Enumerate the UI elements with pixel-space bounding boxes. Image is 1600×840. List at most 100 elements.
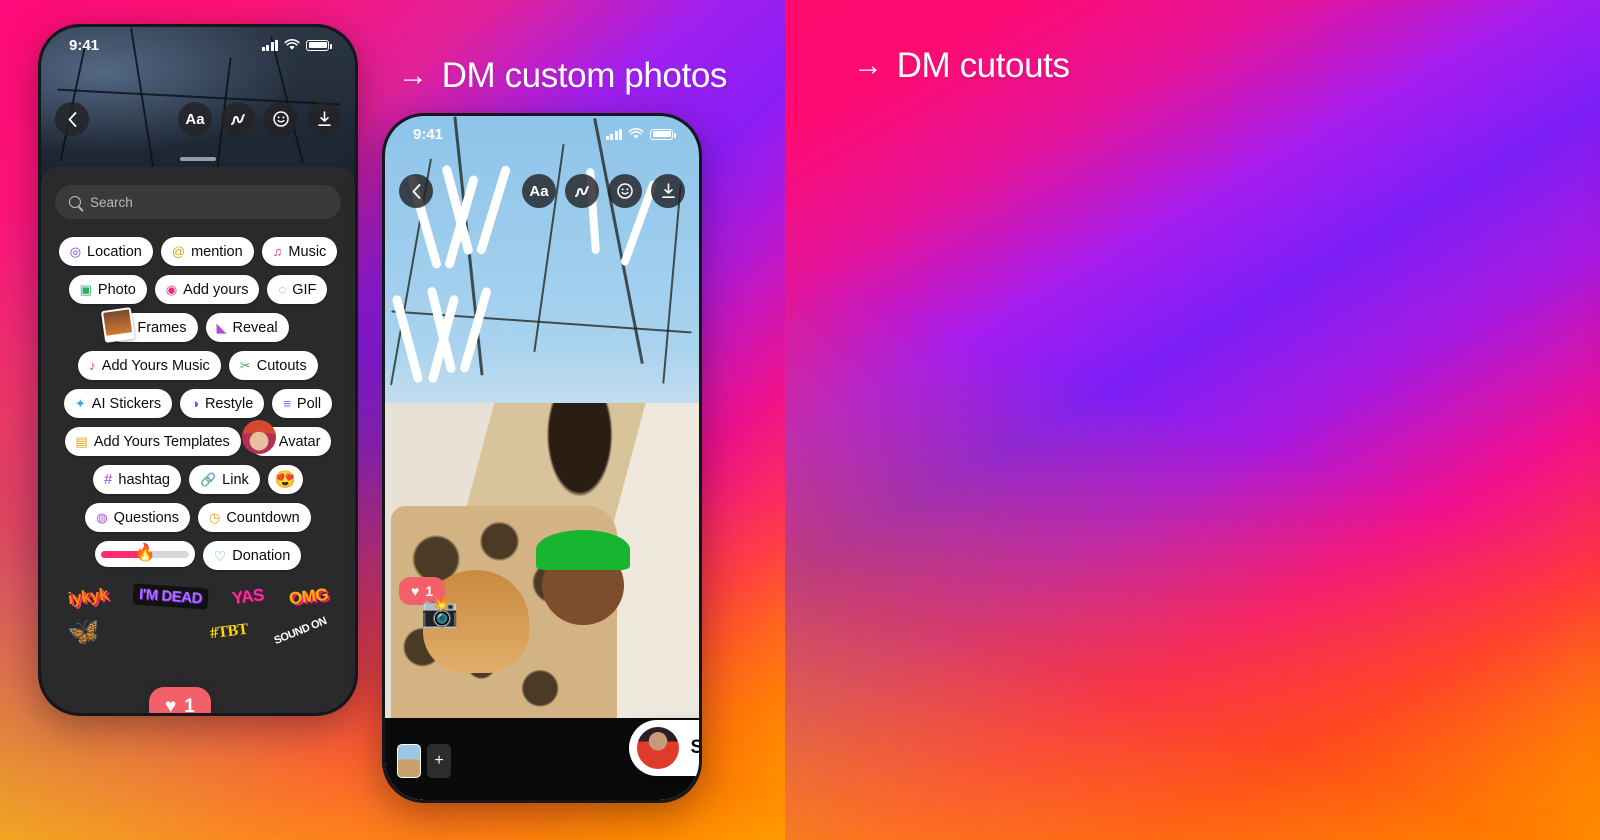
sticker-gallery-row-2: 🦋 #TBT SOUND ON (55, 615, 341, 649)
chip-reveal[interactable]: ◣ Reveal (205, 313, 289, 342)
search-input[interactable]: Search (55, 185, 341, 219)
phone1-screen: 9:41 Aa Search ◎ Location @ mention ♫ Mu… (41, 27, 355, 713)
squiggle-draw-icon (230, 113, 245, 125)
chip-frames[interactable]: Frames (101, 307, 198, 343)
music-note-icon: ♫ (272, 244, 283, 259)
chevron-left-icon (68, 111, 76, 127)
text-tool-label: Aa (529, 182, 549, 200)
reveal-icon: ◣ (216, 320, 227, 335)
selected-photo-thumb[interactable] (397, 744, 421, 778)
draw-tool-button[interactable] (221, 102, 255, 136)
chip-countdown[interactable]: ◷ Countdown (197, 503, 311, 532)
chip-row: ▣ Photo ◉ Add yours ◌ GIF (55, 275, 341, 304)
question-icon: ◍ (96, 510, 108, 525)
sticker-tool-button[interactable] (608, 174, 642, 208)
chip-avatar[interactable]: Avatar (241, 420, 332, 456)
sticker-smiley-icon (617, 183, 633, 199)
panel-dm-cutouts: →DM cutouts 9:41 Create a cutout sticker (785, 0, 1600, 840)
download-tool-button[interactable] (307, 102, 341, 136)
poll-icon: ≡ (283, 396, 291, 411)
donation-heart-icon: ♡ (213, 547, 227, 564)
sticker-tool-button[interactable] (264, 102, 298, 136)
scissors-icon: ✂ (239, 358, 251, 373)
text-tool-label: Aa (185, 110, 205, 128)
back-button[interactable] (399, 174, 433, 208)
phone1-editor-toolbar: Aa (41, 99, 355, 139)
phone2-screen: 9:41 Aa ♥ 1 📸 + (385, 116, 699, 800)
chip-gif[interactable]: ◌ GIF (267, 275, 328, 304)
phone2-editor-toolbar: Aa (385, 174, 699, 208)
chip-location[interactable]: ◎ Location (58, 237, 153, 266)
chip-donation[interactable]: ♡ Donation (202, 541, 302, 570)
status-time: 9:41 (413, 125, 444, 143)
heart-icon: ♥ (165, 696, 177, 716)
phone-sticker-tray: 9:41 Aa Search ◎ Location @ mention ♫ Mu… (38, 24, 358, 716)
im-dead-sticker[interactable]: I'M DEAD (131, 583, 209, 610)
chip-add-yours[interactable]: ◉ Add yours (154, 275, 260, 304)
tray-grabber[interactable] (180, 157, 216, 161)
sticker-gallery-row-1: iykyk I'M DEAD YAS OMG (55, 583, 341, 610)
phone2-status-bar: 9:41 (385, 116, 699, 152)
battery-icon (650, 128, 676, 140)
iykyk-sticker[interactable]: iykyk (66, 584, 108, 609)
add-photo-button[interactable]: + (427, 744, 451, 778)
search-icon: ◌ (278, 282, 287, 297)
wifi-icon (628, 128, 644, 139)
battery-icon (306, 39, 332, 51)
download-tool-button[interactable] (651, 174, 685, 208)
download-icon (661, 183, 675, 198)
download-icon (317, 111, 331, 126)
yas-sticker[interactable]: YAS (231, 585, 265, 609)
chip-ai-stickers[interactable]: ✦ AI Stickers (63, 389, 173, 418)
sparkle-icon: ✦ (74, 396, 86, 411)
like-count-sticker[interactable]: ♥ 1 (149, 687, 211, 716)
search-icon (69, 196, 81, 208)
like-count: 1 (184, 696, 195, 716)
text-tool-button[interactable]: Aa (522, 174, 556, 208)
tbt-sticker[interactable]: #TBT (209, 621, 249, 643)
chip-link[interactable]: 🔗 Link (188, 465, 260, 494)
phone1-status-bar: 9:41 (41, 27, 355, 63)
hashtag-icon: # (104, 471, 113, 488)
template-icon: ▤ (75, 434, 88, 449)
omg-sticker[interactable]: OMG (288, 584, 329, 609)
send-button[interactable]: Send (628, 720, 702, 776)
link-icon: 🔗 (199, 472, 217, 487)
pin-icon: ◎ (69, 244, 82, 259)
chip-poll[interactable]: ≡ Poll (272, 389, 333, 418)
butterfly-sticker[interactable]: 🦋 (66, 615, 101, 649)
recipient-avatar (636, 727, 679, 769)
cellular-bars-icon (261, 39, 278, 51)
fire-emoji-icon[interactable]: 🔥 (135, 543, 156, 563)
sticker-chip-list: ◎ Location @ mention ♫ Music ▣ Photo ◉ Add yo… (55, 237, 341, 570)
chevron-left-icon (412, 183, 420, 199)
polaroid-icon (101, 307, 136, 343)
send-button-label: Send (690, 737, 702, 758)
chip-add-yours-templates[interactable]: ▤ Add Yours Templates (64, 427, 241, 456)
at-icon: @ (171, 244, 186, 259)
chip-row: ✦ AI Stickers ◑ Restyle ≡ Poll (55, 389, 341, 418)
headline-dm-cutouts: → DM cutouts (853, 46, 1070, 85)
arrow-icon: → (398, 59, 428, 92)
chip-restyle[interactable]: ◑ Restyle (180, 389, 265, 418)
chip-add-yours-music[interactable]: ♪ Add Yours Music (78, 351, 221, 380)
chip-cutouts[interactable]: ✂ Cutouts (228, 351, 318, 380)
text-tool-button[interactable]: Aa (178, 102, 212, 136)
emoji-slider-sticker[interactable]: 🔥 (94, 541, 195, 567)
heart-icon: ♥ (411, 583, 420, 599)
chip-heart-eyes-emoji[interactable]: 😍 (267, 465, 303, 494)
chip-music[interactable]: ♫ Music (261, 237, 338, 266)
chip-mention[interactable]: @ mention (160, 237, 254, 266)
arrow-icon: → (853, 49, 883, 82)
back-button[interactable] (55, 102, 89, 136)
avatar-icon (241, 420, 276, 454)
chip-questions[interactable]: ◍ Questions (85, 503, 190, 532)
camera-emoji-sticker[interactable]: 📸 (421, 595, 458, 630)
chip-hashtag[interactable]: # hashtag (93, 465, 181, 494)
chip-photo[interactable]: ▣ Photo (68, 275, 147, 304)
draw-tool-button[interactable] (565, 174, 599, 208)
sound-on-sticker[interactable]: SOUND ON (273, 615, 329, 647)
squiggle-draw-icon (574, 185, 589, 197)
story-photo (385, 116, 699, 800)
sticker-smiley-icon (273, 111, 289, 127)
